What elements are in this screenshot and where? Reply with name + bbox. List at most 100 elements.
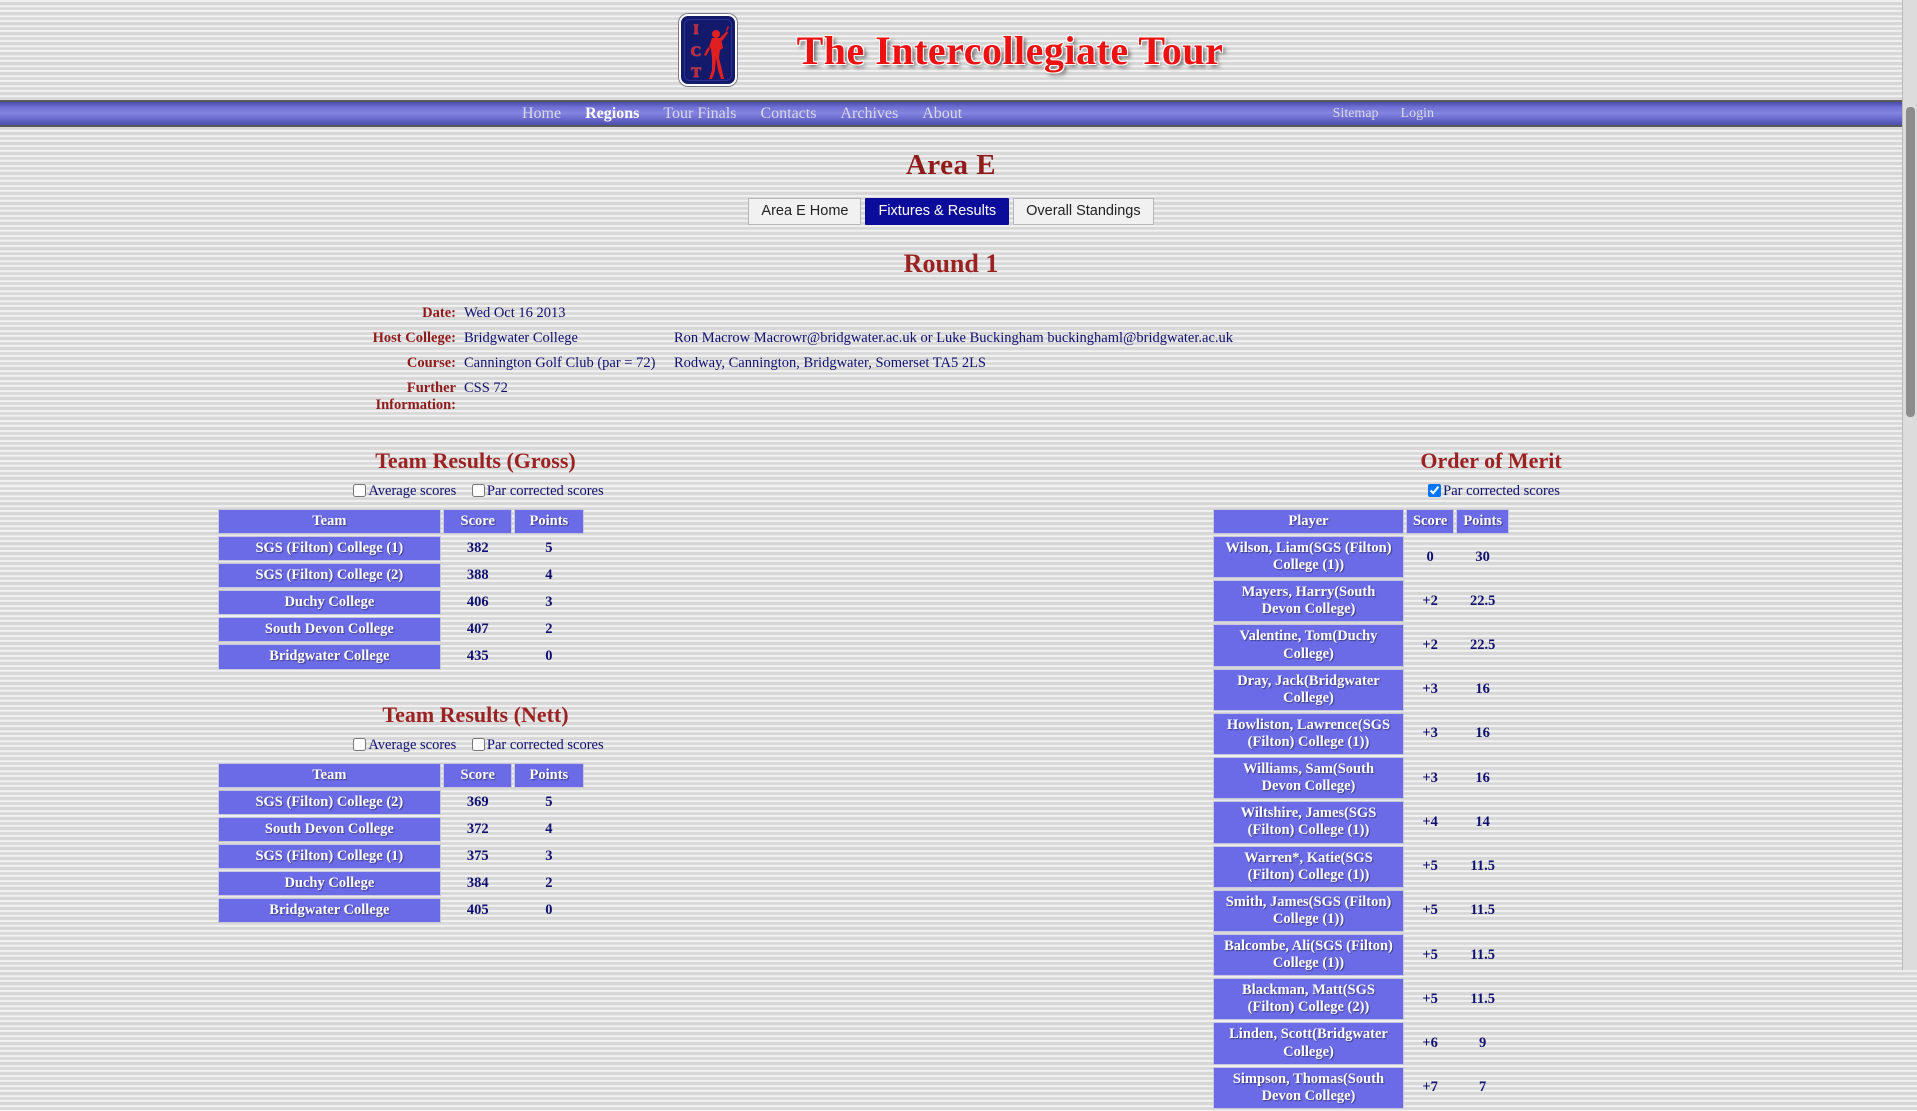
- player-score: +3: [1422, 681, 1438, 698]
- merit-par-corrected-label: Par corrected scores: [1443, 483, 1560, 499]
- team-nett-options: Average scores Par corrected scores: [216, 737, 736, 754]
- team-gross-col-team: Team: [217, 509, 442, 534]
- tab-fixtures-and-results[interactable]: Fixtures & Results: [865, 198, 1010, 225]
- team-nett-title: Team Results (Nett): [382, 701, 569, 727]
- table-row: SGS (Filton) College (1) 382 5: [217, 536, 584, 562]
- team-name: SGS (Filton) College (2): [217, 563, 442, 589]
- player-score: +5: [1422, 902, 1438, 919]
- table-row: Duchy College 406 3: [217, 590, 584, 616]
- merit-par-corrected-option[interactable]: Par corrected scores: [1422, 483, 1560, 499]
- table-row: SGS (Filton) College (1) 375 3: [217, 843, 584, 869]
- team-nett-average-scores-label: Average scores: [368, 736, 457, 753]
- team-score: 388: [466, 567, 489, 584]
- info-label-course: Course:: [406, 355, 456, 371]
- table-row: South Devon College 407 2: [217, 617, 584, 643]
- team-name: Bridgwater College: [217, 897, 442, 924]
- logo-letter-i: I: [693, 22, 700, 38]
- table-row: Dray, Jack(Bridgwater College) +3 16: [1213, 668, 1509, 711]
- player-name: Dray, Jack(Bridgwater College): [1213, 668, 1404, 711]
- info-extra-host-college: Ron Macrow Macrowr@bridgwater.ac.uk or L…: [674, 330, 1234, 346]
- team-gross-par-corrected-option[interactable]: Par corrected scores: [466, 483, 604, 499]
- team-score: 382: [466, 540, 489, 557]
- team-points: 3: [545, 594, 553, 611]
- team-score: 407: [466, 621, 489, 638]
- nav-item-tour-finals[interactable]: Tour Finals: [663, 105, 736, 123]
- merit-col-points: Points: [1456, 509, 1509, 534]
- team-gross-table: Team Score Points SGS (Filton) College (…: [216, 507, 586, 672]
- team-nett-col-team: Team: [217, 762, 442, 788]
- player-score: +6: [1422, 1035, 1438, 1052]
- player-name: Williams, Sam(South Devon College): [1213, 757, 1404, 800]
- team-name: South Devon College: [217, 816, 442, 842]
- page-title: Area E: [905, 149, 997, 181]
- table-row: SGS (Filton) College (2) 388 4: [217, 563, 584, 589]
- player-name: Warren*, Katie(SGS (Filton) College (1)): [1213, 845, 1404, 888]
- player-points: 16: [1475, 725, 1490, 742]
- table-row: Simpson, Thomas(South Devon College) +7 …: [1213, 1066, 1509, 1109]
- player-name: Wiltshire, James(SGS (Filton) College (1…: [1213, 801, 1404, 844]
- main-navigation: Home Regions Tour Finals Contacts Archiv…: [0, 100, 1902, 127]
- player-score: +3: [1422, 769, 1438, 786]
- golfer-icon: [703, 26, 729, 79]
- team-gross-par-corrected-label: Par corrected scores: [486, 483, 604, 499]
- team-score: 384: [466, 874, 489, 891]
- table-row: Smith, James(SGS (Filton) College (1)) +…: [1213, 889, 1509, 932]
- team-nett-average-scores-option[interactable]: Average scores: [347, 737, 456, 753]
- team-points: 4: [545, 567, 553, 584]
- player-name: Linden, Scott(Bridgwater College): [1213, 1022, 1404, 1065]
- tab-area-e-home[interactable]: Area E Home: [748, 198, 862, 225]
- player-points: 16: [1475, 769, 1490, 786]
- team-points: 0: [545, 648, 553, 665]
- team-points: 5: [545, 793, 553, 810]
- page-scrollbar[interactable]: [1902, 0, 1917, 970]
- team-nett-average-scores-checkbox[interactable]: [353, 737, 367, 751]
- player-score: +5: [1422, 858, 1438, 875]
- team-nett-par-corrected-label: Par corrected scores: [486, 736, 604, 753]
- info-extra-course: Rodway, Cannington, Bridgwater, Somerset…: [674, 355, 986, 371]
- info-value-host-college: Bridgwater College: [464, 330, 578, 346]
- team-gross-average-scores-option[interactable]: Average scores: [347, 483, 456, 499]
- nav-item-regions[interactable]: Regions: [585, 105, 639, 123]
- nav-item-about[interactable]: About: [922, 105, 962, 123]
- nav-item-archives[interactable]: Archives: [840, 105, 898, 123]
- team-score: 375: [466, 847, 489, 864]
- player-points: 22.5: [1469, 637, 1496, 654]
- team-nett-par-corrected-checkbox[interactable]: [471, 737, 485, 751]
- event-info-table: Date: Wed Oct 16 2013 Host College: Brid…: [326, 301, 1576, 418]
- table-row: Duchy College 384 2: [217, 870, 584, 896]
- team-gross-average-scores-checkbox[interactable]: [353, 484, 367, 497]
- team-name: Duchy College: [217, 870, 442, 896]
- nav-item-sitemap[interactable]: Sitemap: [1333, 106, 1379, 122]
- player-points: 30: [1475, 548, 1490, 565]
- merit-par-corrected-checkbox[interactable]: [1428, 484, 1442, 497]
- team-points: 5: [545, 540, 553, 557]
- area-tabs: Area E Home Fixtures & Results Overall S…: [0, 198, 1902, 225]
- round-title: Round 1: [903, 249, 999, 278]
- team-nett-par-corrected-option[interactable]: Par corrected scores: [466, 737, 604, 753]
- team-gross-title: Team Results (Gross): [375, 448, 576, 473]
- player-score: +3: [1422, 725, 1438, 742]
- player-score: +5: [1422, 990, 1438, 1007]
- player-score: +4: [1422, 813, 1438, 830]
- table-header-row: Team Score Points: [217, 509, 584, 534]
- table-row: Warren*, Katie(SGS (Filton) College (1))…: [1213, 845, 1509, 888]
- table-header-row: Team Score Points: [217, 762, 584, 788]
- team-gross-par-corrected-checkbox[interactable]: [471, 484, 485, 497]
- team-name: Duchy College: [217, 590, 442, 616]
- player-name: Mayers, Harry(South Devon College): [1213, 580, 1404, 623]
- tab-overall-standings[interactable]: Overall Standings: [1013, 198, 1154, 225]
- team-points: 2: [545, 874, 553, 891]
- table-row: Wilson, Liam(SGS (Filton) College (1)) 0…: [1213, 536, 1509, 579]
- table-row: SGS (Filton) College (2) 369 5: [217, 789, 584, 815]
- info-row-further-information: Further Information: CSS 72: [326, 376, 1576, 418]
- nav-item-home[interactable]: Home: [522, 105, 561, 123]
- player-points: 11.5: [1470, 902, 1495, 919]
- player-score: +7: [1422, 1079, 1438, 1096]
- team-results-column: Team Results (Gross) Average scores Par …: [0, 448, 951, 1111]
- scrollbar-thumb[interactable]: [1906, 107, 1915, 417]
- info-extra-date: [664, 301, 1576, 326]
- nav-item-contacts[interactable]: Contacts: [760, 105, 816, 123]
- nav-item-login[interactable]: Login: [1401, 106, 1434, 122]
- team-score: 405: [466, 902, 489, 919]
- merit-col-player: Player: [1213, 509, 1404, 534]
